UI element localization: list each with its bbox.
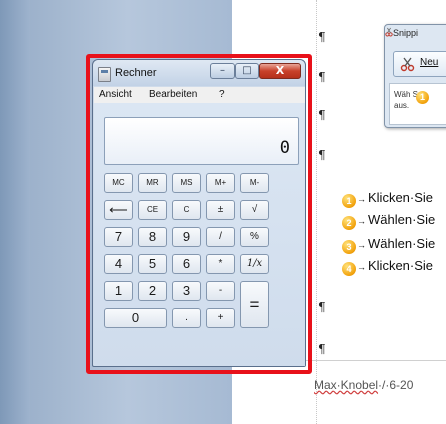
scissors-icon [400, 57, 415, 72]
step-badge: 2 [342, 216, 356, 230]
step-line: 2 → Wählen·Sie [342, 212, 435, 230]
highlight-frame [86, 54, 312, 374]
document-footer: Max·Knobel·/·6-20 [314, 378, 414, 392]
step-line: 1 → Klicken·Sie [342, 190, 433, 208]
pilcrow-mark: ¶ [318, 108, 326, 122]
pilcrow-mark: ¶ [318, 300, 326, 314]
info-line: Wä 1 h S [394, 90, 429, 104]
snipping-tool-title: Snippi [393, 28, 419, 38]
scissors-icon [385, 27, 393, 37]
step-line: 4 → Klicken·Sie [342, 258, 433, 276]
snipping-tool-info: Wä 1 h S aus. [389, 83, 446, 125]
pilcrow-mark: ¶ [318, 148, 326, 162]
desktop-shade [0, 0, 30, 424]
new-snip-button[interactable]: Neu [393, 51, 446, 77]
pilcrow-mark: ¶ [318, 342, 326, 356]
new-snip-label: Neu [420, 57, 439, 68]
info-line: aus. [394, 101, 410, 110]
pilcrow-mark: ¶ [318, 30, 326, 44]
pilcrow-mark: ¶ [318, 70, 326, 84]
step-line: 3 → Wählen·Sie [342, 236, 435, 254]
step-badge: 1 [416, 91, 429, 104]
step-badge: 3 [342, 240, 356, 254]
step-badge: 4 [342, 262, 356, 276]
snipping-tool-window[interactable]: Snippi Neu Wä 1 h S aus. [384, 24, 446, 128]
step-badge: 1 [342, 194, 356, 208]
